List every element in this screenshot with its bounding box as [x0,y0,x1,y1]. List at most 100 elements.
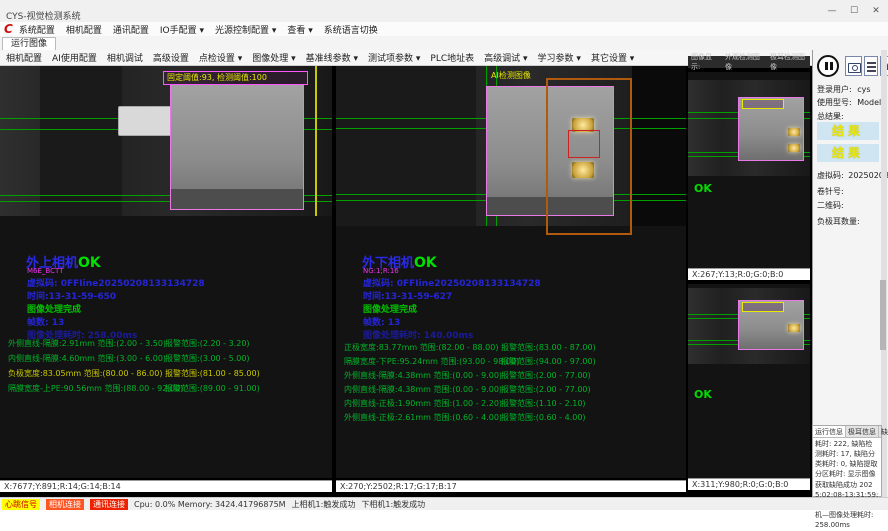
menu-io-config[interactable]: IO手配置 ▾ [160,23,204,36]
measure-value: 内侧直线-隔膜:4.38mm 范围:(0.00 - 9.00) [344,384,501,395]
machine-shadow [632,66,686,226]
menu-system-config[interactable]: 系统配置 [19,23,55,36]
layers-button[interactable] [864,56,878,76]
thumb-tab-label: 图像显示: [691,52,720,72]
thumb-annotation [742,99,784,109]
menu-camera-config[interactable]: 相机配置 [66,23,102,36]
thumb-annotation [742,302,784,312]
alarm-range: 报警范围:(2.00 - 77.00) [501,384,591,395]
menu-view[interactable]: 查看 ▾ [287,23,312,36]
snapshot-button[interactable] [845,56,862,76]
barcode-line: 虚拟码: 0FFIine20250208133134728 [363,276,541,289]
threshold-annotation: 固定阈值:93, 检测阈值:100 [163,71,308,85]
mid-camera-view[interactable]: AI检测图像 外下相机OK NG:1;R:16 虚拟码: 0FFIine2025… [336,66,686,478]
tab-tab-info[interactable]: 极耳信息 [846,426,879,437]
tool-advanced-debug[interactable]: 高级调试 ▾ [484,51,527,64]
machine-shadow [40,66,122,216]
measurement-row: 内侧直线-正极:1.90mm 范围:(1.00 - 2.20) 报警范围:(1.… [344,398,586,409]
measure-value: 正极宽度:83.77mm 范围:(82.00 - 88.00) [344,342,501,353]
measurement-row: 隔膜宽度-下PE:95.24mm 范围:(93.00 - 98.00) 报警范围… [344,356,596,367]
menu-comm-config[interactable]: 通讯配置 [113,23,149,36]
bottom-camera-trigger-status: 下相机1:触发成功 [361,499,425,510]
alarm-range: 报警范围:(0.60 - 4.00) [501,412,586,423]
title-bar: CYS-视觉检测系统 — ☐ ✕ [0,0,888,23]
measure-value: 外侧直线-正极:2.61mm 范围:(0.60 - 4.00) [344,412,501,423]
result-badge-1: 结果 [817,122,879,140]
model-label: 使用型号: [817,98,852,107]
measurement-row: 负极宽度:83.05mm 范围:(80.00 - 86.00) 报警范围:(81… [8,368,260,379]
tab-appearance-image[interactable]: 外观检测图像 [725,52,765,72]
tab-defect-info[interactable]: 缺陷信息 [879,426,888,437]
time-line: 时间:13-31-59-650 [27,289,116,302]
thumb-view-top[interactable]: OK [688,72,810,268]
result-ok: OK [78,255,101,271]
tab-count-label: 负极耳数量: [817,216,860,227]
output-tag: NG:1;R:16 [363,267,399,275]
pause-icon [830,62,833,70]
login-user-value: cys [857,85,870,94]
tool-camera-debug[interactable]: 相机调试 [107,51,143,64]
alarm-range: 报警范围:(3.00 - 5.00) [165,353,250,364]
weld-highlight [788,128,800,136]
alarm-range: 报警范围:(2.20 - 3.20) [165,338,250,349]
frame-count: 帧数: 13 [27,315,64,328]
window-controls: — ☐ ✕ [824,5,884,18]
window-title: CYS-视觉检测系统 [6,9,81,22]
top-camera-trigger-status: 上相机1:触发成功 [292,499,356,510]
measure-value: 隔膜宽度-下PE:95.24mm 范围:(93.00 - 98.00) [344,356,501,367]
thumb-result-ok: OK [694,182,712,195]
login-user-label: 登录用户: [817,85,852,94]
left-camera-view[interactable]: 固定阈值:93, 检测阈值:100 外上相机OK M6E_BCTT 虚拟码: 0… [0,66,332,478]
cell-edge [171,189,303,209]
tool-baseline-params[interactable]: 基准线参数 ▾ [306,51,358,64]
minimize-button[interactable]: — [824,5,840,18]
tab-tab-image[interactable]: 极耳检测图像 [770,52,810,72]
tool-advanced-settings[interactable]: 高级设置 [153,51,189,64]
tool-plc-address[interactable]: PLC地址表 [430,51,474,64]
thumb-tab-bar: 图像显示: 外观检测图像 极耳检测图像 [688,56,810,68]
weld-highlight [788,324,800,332]
electrode-connector [118,106,172,136]
tab-run-info[interactable]: 运行信息 [813,426,846,437]
menu-light-config[interactable]: 光源控制配置 ▾ [215,23,276,36]
comm-link-badge: 通讯连接 [90,499,128,510]
pin-number-label: 卷针号: [817,186,844,197]
alarm-range: 报警范围:(94.00 - 97.00) [501,356,596,367]
measure-value: 外侧直线-隔膜:2.91mm 范围:(2.00 - 3.50) [8,338,165,349]
tab-run-image[interactable]: 运行图像 [2,37,56,50]
tool-camera-config[interactable]: 相机配置 [6,51,42,64]
measurement-row: 隔膜宽度-上PE:90.56mm 范围:(88.00 - 92.00) 报警范围… [8,383,260,394]
camera-icon [848,63,861,73]
model-row: 使用型号: Model1 [817,97,886,108]
main-workspace: 固定阈值:93, 检测阈值:100 外上相机OK M6E_BCTT 虚拟码: 0… [0,66,812,497]
mid-pixel-coords: X:270;Y:2502;R:17;G:17;B:17 [336,480,686,492]
tool-ai-config[interactable]: AI使用配置 [52,51,97,64]
thumb-view-bottom[interactable]: OK [688,284,810,478]
thumb-bottom-coords: X:311;Y:980;R:0;G:0;B:0 [688,478,810,490]
thumb-result-ok: OK [694,388,712,401]
tab-strip: 运行图像 [0,36,888,51]
measurement-row: 内侧直线-隔膜:4.38mm 范围:(0.00 - 9.00) 报警范围:(2.… [344,384,591,395]
barcode-line: 虚拟码: 0FFIine20250208133134728 [27,276,205,289]
maximize-button[interactable]: ☐ [846,5,862,18]
vcode-row: 虚拟码: 20250208 [817,170,888,181]
process-status: 图像处理完成 [27,302,81,315]
close-button[interactable]: ✕ [868,5,884,18]
tool-spot-check[interactable]: 点检设置 ▾ [199,51,242,64]
machine-shadow [336,66,476,226]
measurement-row: 内侧直线-隔膜:4.60mm 范围:(3.00 - 6.00) 报警范围:(3.… [8,353,250,364]
cpu-memory-text: Cpu: 0.0% Memory: 3424.41796875M [134,500,286,509]
measurement-row: 外侧直线-正极:2.61mm 范围:(0.60 - 4.00) 报警范围:(0.… [344,412,586,423]
alarm-range: 报警范围:(89.00 - 91.00) [165,383,260,394]
ai-annotation: AI检测图像 [488,70,534,81]
alarm-range: 报警范围:(81.00 - 85.00) [165,368,260,379]
tool-learn-params[interactable]: 学习参数 ▾ [538,51,581,64]
tool-image-process[interactable]: 图像处理 ▾ [252,51,295,64]
alarm-range: 报警范围:(83.00 - 87.00) [501,342,596,353]
menu-language-switch[interactable]: 系统语言切换 [324,23,378,36]
scrollbar-thumb[interactable] [880,280,886,350]
pause-button[interactable] [817,55,839,77]
run-log-text: 耗时: 222, 缺陷检测耗时: 17, 缺陷分类耗时: 0, 缺陷提取分区耗时… [813,438,881,531]
tool-test-params[interactable]: 测试项参数 ▾ [368,51,420,64]
tool-other-settings[interactable]: 其它设置 ▾ [591,51,634,64]
